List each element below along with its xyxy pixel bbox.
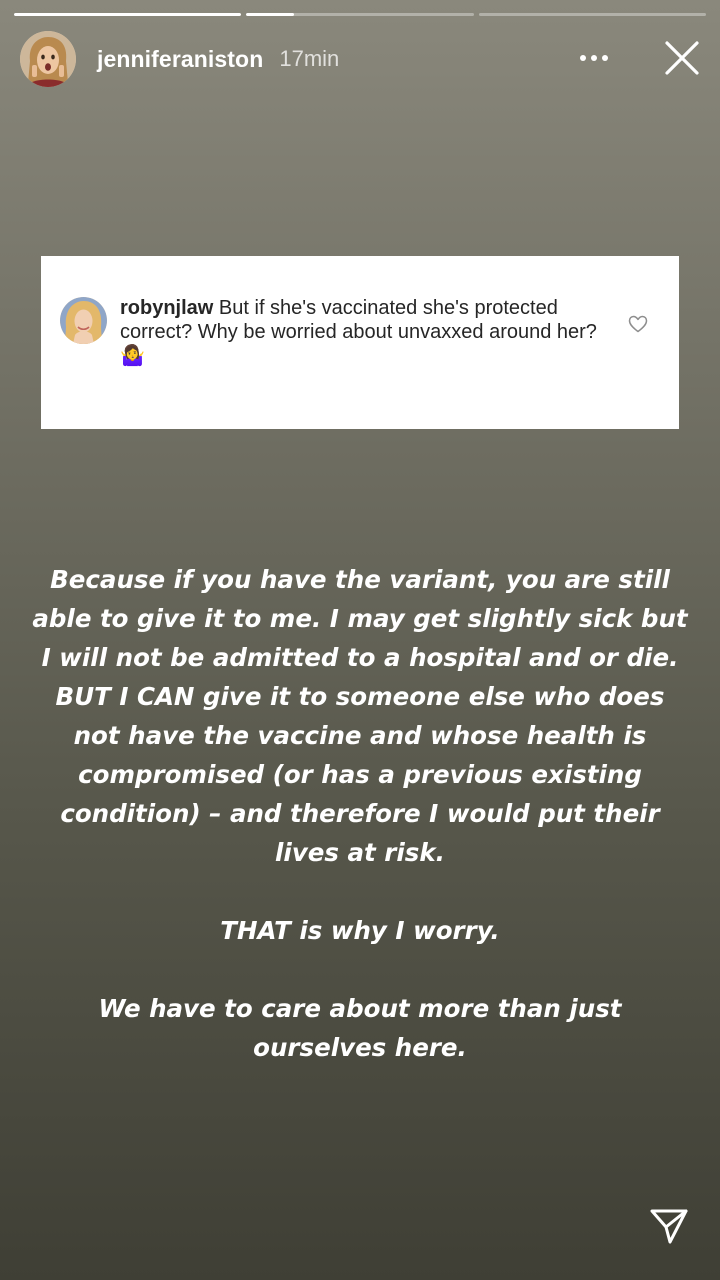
heart-outline-icon	[628, 315, 648, 333]
send-message-button[interactable]	[649, 1206, 689, 1246]
story-header: jenniferaniston 17min	[20, 30, 700, 88]
more-dots-icon	[580, 55, 608, 61]
quoted-comment-card: robynjlaw But if she's vaccinated she's …	[41, 256, 679, 429]
close-icon	[665, 41, 699, 75]
progress-segment-1	[14, 13, 242, 16]
story-reply-text: Because if you have the variant, you are…	[30, 560, 690, 1106]
reply-paragraph: THAT is why I worry.	[220, 916, 500, 945]
story-progress-bar	[14, 13, 706, 16]
reply-paragraph: Because if you have the variant, you are…	[32, 565, 688, 867]
story-username[interactable]: jenniferaniston	[97, 46, 263, 73]
story-viewer[interactable]: jenniferaniston 17min robynjlaw But if s…	[0, 0, 720, 1280]
comment-text: robynjlaw But if she's vaccinated she's …	[120, 296, 610, 368]
comment-avatar	[60, 297, 107, 344]
story-timestamp: 17min	[279, 46, 340, 71]
send-icon	[650, 1209, 688, 1244]
close-button[interactable]	[664, 40, 700, 76]
comment-username: robynjlaw	[120, 297, 214, 319]
more-options-button[interactable]	[576, 44, 612, 72]
progress-segment-2	[246, 13, 474, 16]
comment-like-button[interactable]	[628, 315, 648, 333]
progress-segment-3	[478, 13, 706, 16]
avatar[interactable]	[20, 31, 76, 87]
reply-paragraph: We have to care about more than just our…	[98, 994, 622, 1062]
shrug-emoji: 🤷‍♀️	[120, 345, 145, 367]
